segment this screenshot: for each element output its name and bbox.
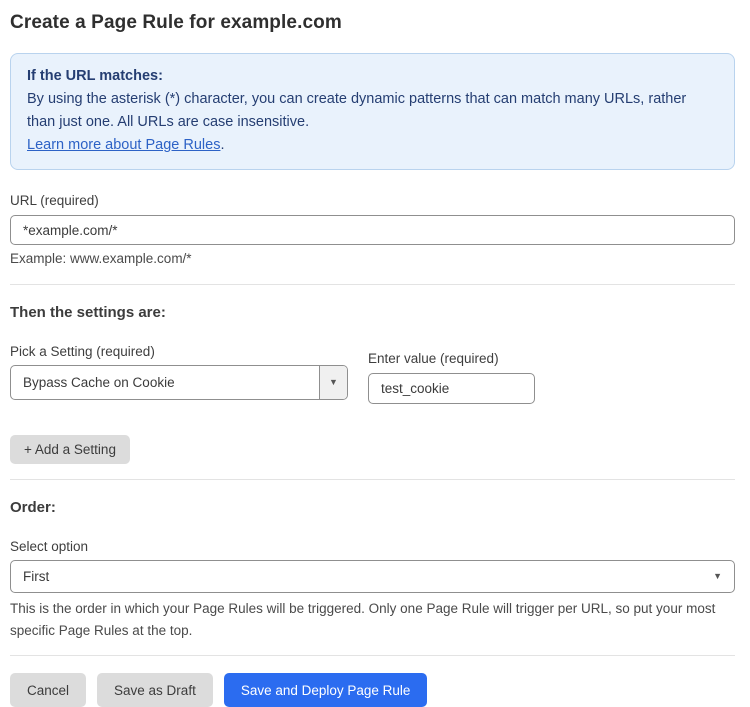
learn-more-link[interactable]: Learn more about Page Rules — [27, 137, 220, 153]
info-box-body: By using the asterisk (*) character, you… — [27, 88, 718, 157]
url-helper-text: Example: www.example.com/* — [10, 251, 735, 266]
chevron-down-icon: ▼ — [329, 378, 338, 387]
info-body-text: By using the asterisk (*) character, you… — [27, 91, 686, 130]
add-setting-button[interactable]: + Add a Setting — [10, 435, 130, 464]
order-section-heading: Order: — [10, 499, 735, 516]
setting-select-arrow-button[interactable]: ▼ — [319, 366, 347, 399]
order-select-value: First — [23, 569, 713, 584]
save-deploy-button[interactable]: Save and Deploy Page Rule — [224, 673, 428, 707]
footer-buttons: Cancel Save as Draft Save and Deploy Pag… — [10, 673, 735, 707]
setting-select[interactable]: Bypass Cache on Cookie ▼ — [10, 365, 348, 400]
url-match-info-box: If the URL matches: By using the asteris… — [10, 53, 735, 170]
divider — [10, 479, 735, 480]
cancel-button[interactable]: Cancel — [10, 673, 86, 707]
page-title: Create a Page Rule for example.com — [10, 12, 735, 34]
url-label: URL (required) — [10, 193, 735, 208]
divider — [10, 284, 735, 285]
save-draft-button[interactable]: Save as Draft — [97, 673, 213, 707]
settings-row: Pick a Setting (required) Bypass Cache o… — [10, 321, 735, 404]
url-input[interactable] — [10, 215, 735, 245]
setting-select-label: Pick a Setting (required) — [10, 344, 348, 359]
order-select-label: Select option — [10, 539, 735, 554]
chevron-down-icon: ▼ — [713, 572, 722, 581]
setting-select-column: Pick a Setting (required) Bypass Cache o… — [10, 321, 348, 400]
order-select[interactable]: First ▼ — [10, 560, 735, 593]
settings-section-heading: Then the settings are: — [10, 304, 735, 321]
setting-value-input[interactable] — [368, 373, 535, 404]
page-rule-form: Create a Page Rule for example.com If th… — [0, 0, 750, 707]
divider — [10, 655, 735, 656]
link-period: . — [220, 137, 224, 153]
order-helper-text: This is the order in which your Page Rul… — [10, 598, 730, 642]
info-box-heading: If the URL matches: — [27, 65, 718, 88]
setting-value-column: Enter value (required) — [368, 321, 535, 404]
setting-select-value: Bypass Cache on Cookie — [11, 366, 319, 399]
value-label: Enter value (required) — [368, 351, 535, 366]
